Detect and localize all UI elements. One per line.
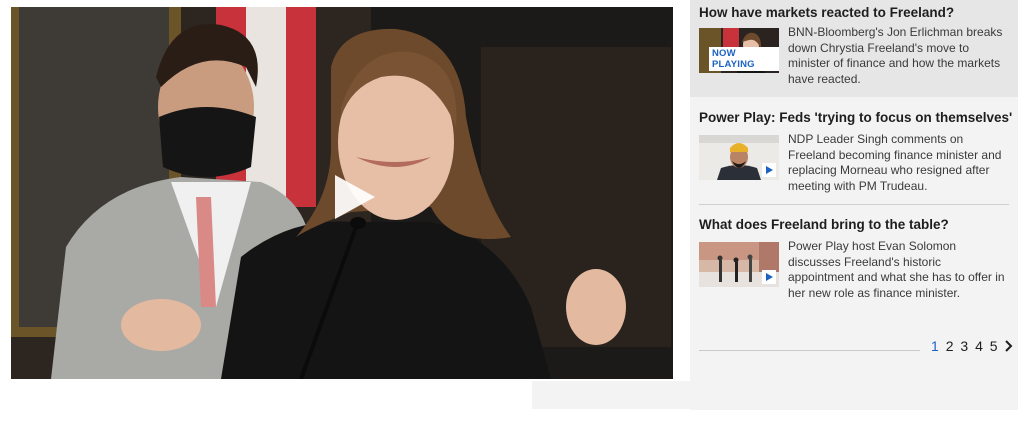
play-icon xyxy=(335,175,375,219)
playlist-item-description: BNN-Bloomberg's Jon Erlichman breaks dow… xyxy=(788,25,1003,86)
playlist-item-thumbnail[interactable]: NOW PLAYING xyxy=(699,28,779,73)
playlist-item-thumbnail[interactable] xyxy=(699,242,779,287)
thumbnail-play-button[interactable] xyxy=(762,163,776,177)
playlist-item-title[interactable]: What does Freeland bring to the table? xyxy=(699,217,949,232)
pagination: 1 2 3 4 5 xyxy=(699,338,1014,358)
video-player[interactable] xyxy=(11,7,673,379)
page-link-3[interactable]: 3 xyxy=(960,338,968,354)
video-playlist: How have markets reacted to Freeland? NO… xyxy=(690,0,1018,410)
playlist-item[interactable]: What does Freeland bring to the table? P… xyxy=(690,207,1018,307)
page-link-1[interactable]: 1 xyxy=(931,338,939,354)
page-links: 1 2 3 4 5 xyxy=(931,338,1014,354)
playlist-item[interactable]: How have markets reacted to Freeland? NO… xyxy=(690,0,1018,97)
thumbnail-play-button[interactable] xyxy=(762,270,776,284)
playlist-item[interactable]: Power Play: Feds 'trying to focus on the… xyxy=(690,97,1018,207)
playlist-item-description: NDP Leader Singh comments on Freeland be… xyxy=(788,132,1002,193)
now-playing-badge: NOW PLAYING xyxy=(709,47,779,71)
playlist-item-thumbnail[interactable] xyxy=(699,135,779,180)
playlist-item-description: Power Play host Evan Solomon discusses F… xyxy=(788,239,1005,300)
play-icon xyxy=(766,166,773,174)
pagination-rule xyxy=(699,350,920,351)
playlist-divider xyxy=(699,204,1009,205)
page-link-5[interactable]: 5 xyxy=(990,338,998,354)
play-icon xyxy=(766,273,773,281)
page-link-4[interactable]: 4 xyxy=(975,338,983,354)
chevron-right-icon[interactable] xyxy=(1004,340,1014,352)
playlist-item-title[interactable]: Power Play: Feds 'trying to focus on the… xyxy=(699,110,1012,125)
page-link-2[interactable]: 2 xyxy=(946,338,954,354)
play-button[interactable] xyxy=(323,167,383,227)
playlist-item-title[interactable]: How have markets reacted to Freeland? xyxy=(699,5,954,20)
